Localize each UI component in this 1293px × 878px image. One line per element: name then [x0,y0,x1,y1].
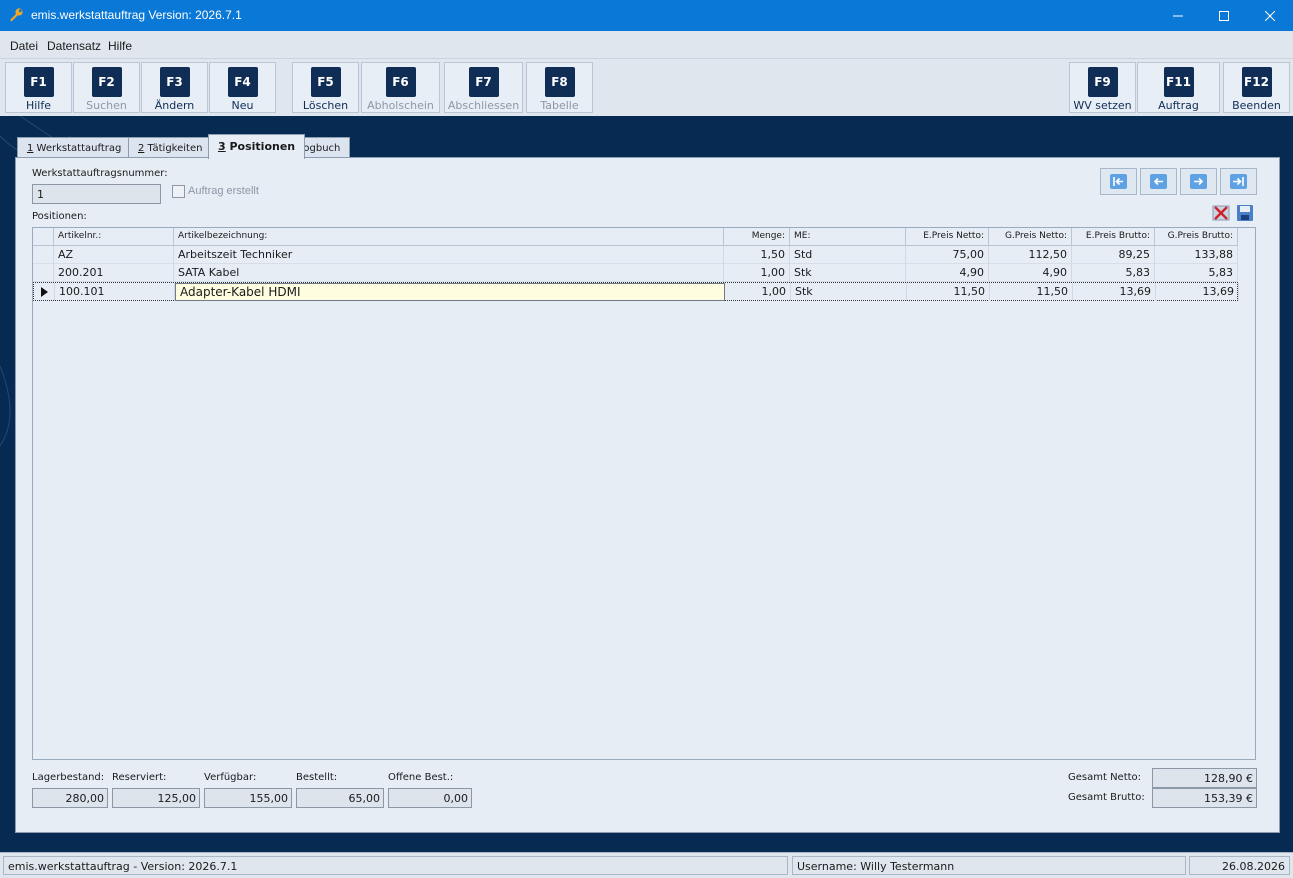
menu-bar: Datei Datensatz Hilfe [0,31,1293,59]
table-row[interactable]: 200.201 SATA Kabel 1,00 Stk 4,90 4,90 5,… [33,264,1238,282]
f4-new-button[interactable]: F4 Neu [209,62,276,113]
total-gross-field: 153,39 € [1152,788,1257,808]
order-number-label: Werkstattauftragsnummer: [32,168,168,179]
last-record-button[interactable] [1220,168,1257,195]
f7-complete-button[interactable]: F7 Abschliessen [444,62,523,113]
stock-field: 280,00 [32,788,108,808]
order-number-field[interactable]: 1 [32,184,161,204]
save-position-button[interactable] [1236,204,1254,222]
ordered-label: Bestellt: [296,772,338,783]
header-artikelnr[interactable]: Artikelnr.: [54,228,174,246]
ordered-field: 65,00 [296,788,384,808]
arrow-left-icon [1153,177,1163,186]
header-me[interactable]: ME: [790,228,906,246]
stock-label: Lagerbestand: [32,772,105,783]
table-row[interactable]: AZ Arbeitszeit Techniker 1,50 Std 75,00 … [33,246,1238,264]
header-epreis-brutto[interactable]: E.Preis Brutto: [1072,228,1155,246]
total-net-label: Gesamt Netto: [1068,772,1142,783]
wrench-icon [10,8,23,22]
save-icon [1237,205,1253,221]
first-record-button[interactable] [1100,168,1137,195]
grid-header: Artikelnr.: Artikelbezeichnung: Menge: M… [33,228,1238,246]
menu-hilfe[interactable]: Hilfe [108,39,132,53]
order-created-label: Auftrag erstellt [188,185,259,197]
maximize-icon [1219,10,1229,21]
open-orders-field: 0,00 [388,788,472,808]
function-key-toolbar: F1 Hilfe F2 Suchen F3 Ändern F4 Neu F5 L… [0,59,1293,116]
header-menge[interactable]: Menge: [724,228,790,246]
last-icon [1233,177,1244,186]
minimize-icon [1173,15,1183,16]
current-row-icon [41,287,48,297]
minimize-button[interactable] [1155,0,1201,31]
f5-delete-button[interactable]: F5 Löschen [292,62,359,113]
tab-positionen[interactable]: 3 Positionen [208,134,306,159]
header-epreis-netto[interactable]: E.Preis Netto: [906,228,989,246]
total-net-field: 128,90 € [1152,768,1257,788]
available-field: 155,00 [204,788,292,808]
positions-grid: Artikelnr.: Artikelbezeichnung: Menge: M… [32,227,1256,760]
delete-position-button[interactable] [1212,204,1230,222]
available-label: Verfügbar: [204,772,257,783]
row-selector[interactable] [33,246,54,264]
menu-datensatz[interactable]: Datensatz [47,39,101,53]
previous-record-button[interactable] [1140,168,1177,195]
window-title: emis.werkstattauftrag Version: 2026.7.1 [31,8,242,22]
reserved-field: 125,00 [112,788,200,808]
header-gpreis-brutto[interactable]: G.Preis Brutto: [1155,228,1238,246]
f6-pickup-slip-button[interactable]: F6 Abholschein [361,62,440,113]
arrow-right-icon [1194,177,1204,186]
row-pointer[interactable] [34,283,55,301]
first-icon [1113,177,1123,186]
f8-table-button[interactable]: F8 Tabelle [526,62,593,113]
row-selector[interactable] [33,264,54,282]
f2-search-button[interactable]: F2 Suchen [73,62,140,113]
close-icon [1265,10,1275,21]
f3-edit-button[interactable]: F3 Ändern [141,62,208,113]
tab-werkstattauftrag[interactable]: 1 Werkstattauftrag [17,137,132,159]
title-bar: emis.werkstattauftrag Version: 2026.7.1 [0,0,1293,31]
reserved-label: Reserviert: [112,772,167,783]
f12-exit-button[interactable]: F12 Beenden [1223,62,1290,113]
table-row-selected[interactable]: 100.101 Adapter-Kabel HDMI 1,00 Stk 11,5… [33,282,1239,301]
total-gross-label: Gesamt Brutto: [1068,792,1145,803]
f11-order-button[interactable]: F11 Auftrag [1137,62,1220,113]
status-bar: emis.werkstattauftrag - Version: 2026.7.… [0,852,1293,878]
f1-help-button[interactable]: F1 Hilfe [5,62,72,113]
status-date: 26.08.2026 [1189,856,1290,875]
order-created-checkbox[interactable] [172,185,185,198]
status-app-version: emis.werkstattauftrag - Version: 2026.7.… [3,856,788,875]
close-button[interactable] [1247,0,1293,31]
open-orders-label: Offene Best.: [388,772,454,783]
delete-icon [1212,205,1230,221]
header-artikelbezeichnung[interactable]: Artikelbezeichnung: [174,228,724,246]
header-gpreis-netto[interactable]: G.Preis Netto: [989,228,1072,246]
menu-datei[interactable]: Datei [10,39,38,53]
tab-taetigkeiten[interactable]: 2 Tätigkeiten [128,137,213,159]
artikelbezeichnung-editor[interactable]: Adapter-Kabel HDMI [175,283,725,301]
next-record-button[interactable] [1180,168,1217,195]
f9-set-wv-button[interactable]: F9 WV setzen [1069,62,1136,113]
positions-label: Positionen: [32,211,87,222]
status-username: Username: Willy Testermann [792,856,1186,875]
maximize-button[interactable] [1201,0,1247,31]
